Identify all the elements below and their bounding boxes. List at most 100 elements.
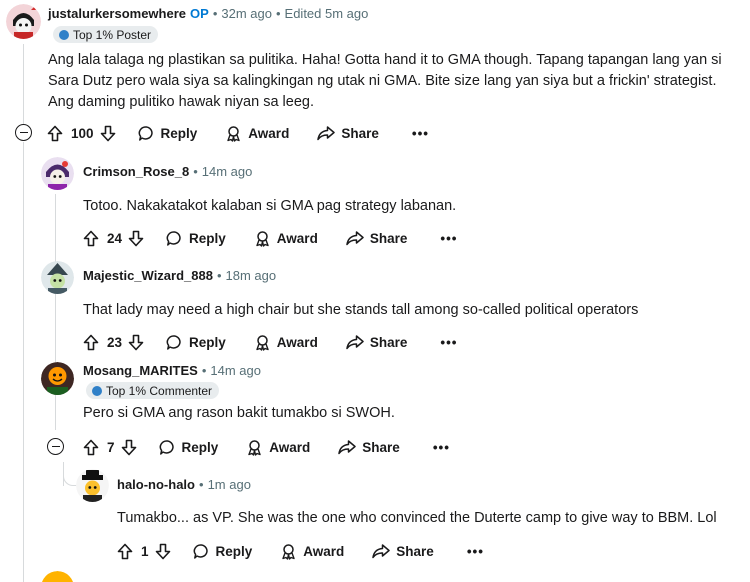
reply-label: Reply [189,334,226,350]
share-button[interactable]: Share [338,439,400,455]
timestamp[interactable]: 14m ago [210,363,261,378]
upvote-icon [83,334,99,350]
comment-meta: justalurkersomewhere OP • 32m ago • Edit… [48,6,368,21]
downvote-button[interactable] [128,230,144,247]
comment-body: That lady may need a high chair but she … [83,302,639,318]
share-label: Share [369,230,408,246]
comment-line: Ang lala talaga ng plastikan sa pulitika… [48,52,722,68]
avatar[interactable] [41,362,74,395]
reply-label: Reply [215,543,253,559]
downvote-icon [128,334,144,350]
downvote-icon [100,125,115,141]
downvote-button[interactable] [100,125,116,142]
thread-line-root [23,44,24,126]
upvote-button[interactable]: 23 [83,334,122,351]
downvote-icon [155,543,170,559]
timestamp[interactable]: 32m ago [221,6,272,21]
share-button[interactable]: Share [346,334,408,350]
downvote-icon [128,230,144,246]
downvote-button[interactable] [155,543,171,560]
thread-line-mosang [55,396,56,430]
upvote-button[interactable]: 1 [117,543,149,560]
timestamp[interactable]: 14m ago [202,164,253,179]
separator-dot: • [275,6,281,21]
award-label: Award [276,334,318,350]
avatar[interactable] [41,157,74,190]
vote-count: 23 [107,334,123,350]
avatar[interactable] [6,4,41,39]
share-icon [346,231,364,246]
share-button[interactable]: Share [372,543,434,559]
vote-count: 7 [107,439,115,455]
timestamp[interactable]: 1m ago [208,477,251,492]
timestamp[interactable]: 18m ago [226,268,277,283]
share-icon [346,335,364,350]
share-label: Share [369,334,408,350]
avatar[interactable] [76,469,109,502]
award-button[interactable]: Award [254,334,318,351]
share-button[interactable]: Share [317,125,379,141]
upvote-button[interactable]: 100 [47,125,94,142]
award-button[interactable]: Award [280,543,344,560]
reply-label: Reply [160,125,198,141]
more-options-button[interactable]: ••• [467,544,484,559]
flair-icon [59,29,69,40]
award-icon [248,439,261,456]
username[interactable]: Mosang_MARITES [83,363,198,378]
avatar[interactable] [41,261,74,294]
thread-line-root-lower [23,142,24,582]
separator-dot: • [193,164,198,179]
avatar[interactable] [41,571,74,582]
more-options-button[interactable]: ••• [440,231,457,246]
comment-line: Sara Dutz pero wala siya sa kalingkingan… [48,73,717,89]
share-label: Share [362,439,400,455]
username[interactable]: Crimson_Rose_8 [83,164,189,179]
share-label: Share [396,543,434,559]
reply-icon [138,125,153,141]
vote-count: 24 [107,230,123,246]
reply-button[interactable]: Reply [166,334,226,351]
separator-dot: • [212,6,218,21]
upvote-icon [47,125,63,141]
upvote-icon [117,543,133,559]
share-icon [317,126,336,141]
vote-count: 1 [141,543,149,559]
downvote-button[interactable] [121,439,137,456]
share-button[interactable]: Share [346,230,408,246]
reply-button[interactable]: Reply [159,439,218,456]
award-label: Award [276,230,318,246]
reply-icon [193,543,208,559]
more-options-button[interactable]: ••• [440,335,457,350]
award-button[interactable]: Award [225,125,289,142]
downvote-icon [121,439,136,455]
upvote-button[interactable]: 7 [83,439,115,456]
flair-icon [92,385,102,396]
comment-actions: 100 Reply Award Share ••• [47,122,429,144]
separator-dot: • [201,363,207,378]
reply-label: Reply [189,230,226,246]
award-button[interactable]: Award [254,230,318,247]
award-icon [227,125,240,142]
more-options-button[interactable]: ••• [412,126,429,141]
reply-button[interactable]: Reply [193,543,253,560]
username[interactable]: justalurkersomewhere [48,6,186,21]
collapse-thread-button[interactable] [15,124,32,141]
username[interactable]: Majestic_Wizard_888 [83,268,213,283]
comment-body: Tumakbo... as VP. She was the one who co… [117,510,717,526]
username[interactable]: halo-no-halo [117,477,195,492]
flair-text: Top 1% Commenter [106,383,213,398]
share-icon [338,440,357,455]
award-button[interactable]: Award [246,439,310,456]
collapse-thread-button[interactable] [47,438,64,455]
upvote-button[interactable]: 24 [83,230,122,247]
separator-dot: • [216,268,222,283]
award-icon [256,230,269,247]
reply-button[interactable]: Reply [138,125,198,142]
user-flair: Top 1% Commenter [86,382,220,399]
downvote-button[interactable] [128,334,144,351]
more-options-button[interactable]: ••• [433,440,450,455]
reply-button[interactable]: Reply [166,230,226,247]
flair-text: Top 1% Poster [73,27,152,42]
award-label: Award [248,125,290,141]
thread-connector [63,468,77,486]
